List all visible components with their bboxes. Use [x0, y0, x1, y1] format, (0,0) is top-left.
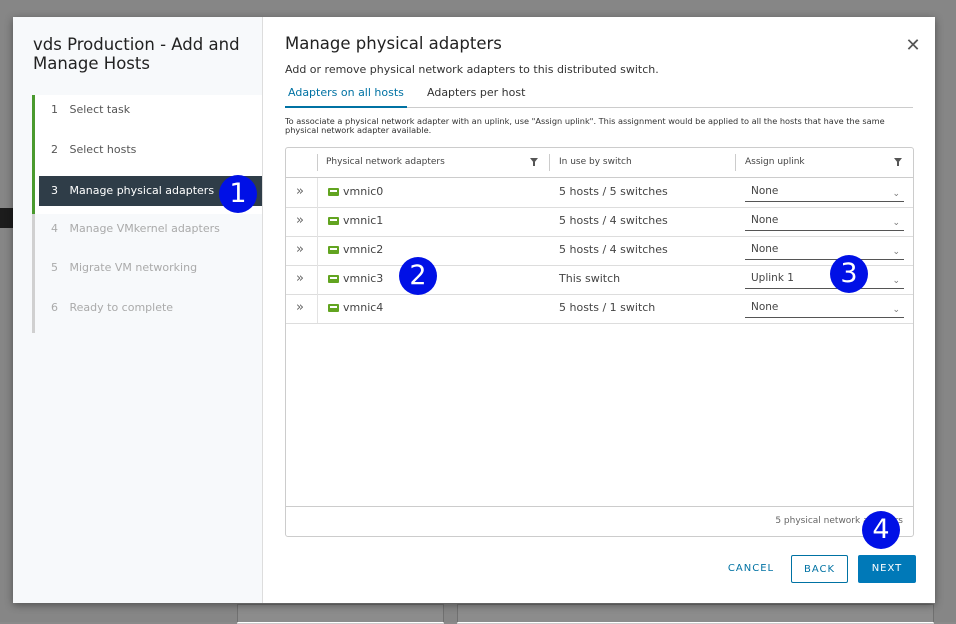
tab-bar: Adapters on all hosts Adapters per host [285, 85, 913, 108]
close-icon[interactable]: ✕ [904, 37, 922, 55]
assign-uplink-select[interactable]: None ⌄ [745, 240, 904, 260]
expand-icon[interactable]: » [296, 301, 304, 314]
wizard-nav: vds Production - Add and Manage Hosts 1 … [13, 17, 263, 603]
step-label: Ready to complete [69, 300, 174, 314]
filter-icon[interactable] [530, 158, 538, 166]
column-divider [317, 178, 318, 207]
callout-marker: 4 [862, 511, 900, 549]
step-label: Select task [69, 103, 131, 116]
step-ready-to-complete: 6 Ready to complete [32, 292, 262, 333]
uplink-value: None [751, 185, 779, 197]
chevron-down-icon: ⌄ [892, 218, 900, 228]
network-adapter-icon [328, 217, 339, 225]
page-title: Manage physical adapters [285, 34, 502, 53]
column-header-in-use[interactable]: In use by switch [559, 148, 632, 177]
cancel-button[interactable]: CANCEL [721, 555, 781, 583]
tab-adapters-per-host[interactable]: Adapters per host [424, 86, 528, 106]
column-divider [317, 294, 318, 323]
tab-adapters-on-all-hosts[interactable]: Adapters on all hosts [285, 86, 407, 108]
filter-icon[interactable] [894, 158, 902, 166]
step-select-hosts[interactable]: 2 Select hosts [32, 134, 262, 175]
assign-uplink-hint: To associate a physical network adapter … [285, 116, 885, 135]
expand-icon[interactable]: » [296, 214, 304, 227]
in-use-value: 5 hosts / 1 switch [559, 301, 656, 314]
wizard-title: vds Production - Add and Manage Hosts [33, 35, 240, 73]
grid-footer: 5 physical network adapters [286, 506, 913, 537]
step-number: 4 [51, 221, 58, 235]
adapter-name: vmnic0 [343, 185, 384, 198]
step-number: 5 [51, 261, 58, 275]
network-adapter-icon [328, 304, 339, 312]
step-label: Migrate VM networking [69, 261, 198, 275]
table-row[interactable]: » vmnic3 This switch Uplink 1 ⌄ [286, 265, 913, 295]
wizard-dialog: vds Production - Add and Manage Hosts 1 … [13, 17, 935, 603]
adapter-name: vmnic3 [343, 272, 384, 285]
step-label: Manage VMkernel adapters [69, 221, 220, 235]
column-divider [317, 236, 318, 265]
step-manage-vmkernel-adapters: 4 Manage VMkernel adapters [32, 213, 262, 254]
chevron-down-icon: ⌄ [892, 247, 900, 257]
callout-marker: 3 [830, 255, 868, 293]
in-use-value: 5 hosts / 5 switches [559, 185, 668, 198]
step-label: Select hosts [69, 142, 137, 156]
in-use-value: 5 hosts / 4 switches [559, 214, 668, 227]
table-row[interactable]: » vmnic2 5 hosts / 4 switches None ⌄ [286, 236, 913, 266]
column-divider [317, 265, 318, 294]
page-subtitle: Add or remove physical network adapters … [285, 63, 659, 76]
wizard-content: Manage physical adapters ✕ Add or remove… [263, 17, 935, 603]
expand-icon[interactable]: » [296, 185, 304, 198]
column-header-adapters[interactable]: Physical network adapters [326, 148, 445, 177]
in-use-value: 5 hosts / 4 switches [559, 243, 668, 256]
in-use-value: This switch [559, 272, 621, 285]
adapter-name: vmnic4 [343, 301, 384, 314]
callout-marker: 1 [219, 175, 257, 213]
network-adapter-icon [328, 275, 339, 283]
step-select-task[interactable]: 1 Select task [32, 95, 262, 135]
assign-uplink-select[interactable]: Uplink 1 ⌄ [745, 269, 904, 289]
step-number: 2 [51, 142, 58, 156]
wizard-steps: 1 Select task 2 Select hosts 3 Manage ph… [32, 95, 262, 333]
assign-uplink-select[interactable]: None ⌄ [745, 298, 904, 318]
expand-icon[interactable]: » [296, 272, 304, 285]
step-label: Manage physical adapters [69, 184, 215, 198]
back-button[interactable]: BACK [791, 555, 848, 583]
assign-uplink-select[interactable]: None ⌄ [745, 211, 904, 231]
step-number: 6 [51, 300, 58, 314]
column-divider [549, 154, 550, 171]
expand-icon[interactable]: » [296, 243, 304, 256]
table-row[interactable]: » vmnic4 5 hosts / 1 switch None ⌄ [286, 294, 913, 324]
step-migrate-vm-networking: 5 Migrate VM networking [32, 253, 262, 293]
network-adapter-icon [328, 246, 339, 254]
assign-uplink-select[interactable]: None ⌄ [745, 182, 904, 202]
grid-header: Physical network adapters In use by swit… [286, 148, 913, 178]
table-row[interactable]: » vmnic1 5 hosts / 4 switches None ⌄ [286, 207, 913, 237]
callout-marker: 2 [399, 257, 437, 295]
uplink-value: Uplink 1 [751, 272, 794, 284]
uplink-value: None [751, 243, 779, 255]
column-divider [317, 154, 318, 171]
adapter-name: vmnic1 [343, 214, 384, 227]
step-number: 3 [51, 184, 58, 198]
column-divider [735, 154, 736, 171]
adapter-name: vmnic2 [343, 243, 384, 256]
chevron-down-icon: ⌄ [892, 276, 900, 286]
uplink-value: None [751, 214, 779, 226]
adapters-grid: Physical network adapters In use by swit… [285, 147, 914, 537]
chevron-down-icon: ⌄ [892, 189, 900, 199]
network-adapter-icon [328, 188, 339, 196]
chevron-down-icon: ⌄ [892, 305, 900, 315]
step-number: 1 [51, 103, 58, 116]
next-button[interactable]: NEXT [858, 555, 916, 583]
column-header-assign-uplink[interactable]: Assign uplink [745, 148, 805, 177]
column-divider [317, 207, 318, 236]
table-row[interactable]: » vmnic0 5 hosts / 5 switches None ⌄ [286, 178, 913, 208]
uplink-value: None [751, 301, 779, 313]
